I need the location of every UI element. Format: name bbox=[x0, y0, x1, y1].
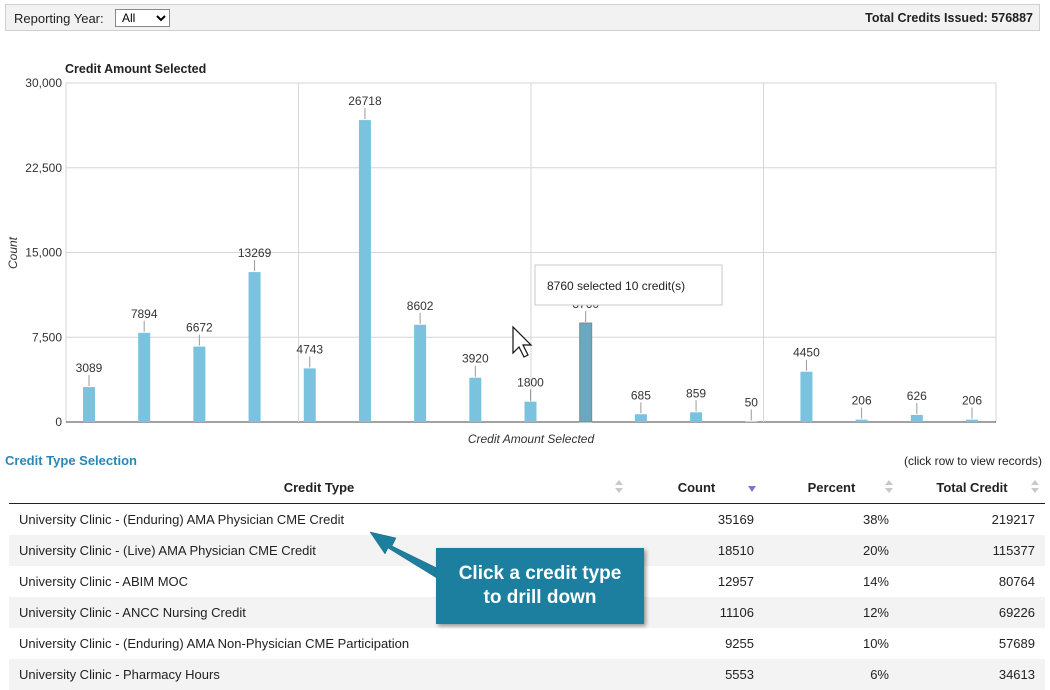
bar-value-label: 3920 bbox=[462, 352, 489, 366]
cell-total-credit: 80764 bbox=[998, 574, 1035, 589]
bar[interactable] bbox=[910, 414, 923, 422]
bar-value-label: 206 bbox=[962, 394, 982, 408]
sort-desc-icon bbox=[748, 486, 756, 492]
cell-total-credit: 115377 bbox=[899, 535, 1045, 566]
credit-amount-chart: Credit Amount Selected 0 7,500 15,000 22,50… bbox=[6, 62, 997, 446]
bar-value-label: 13269 bbox=[238, 246, 272, 260]
bar[interactable] bbox=[248, 272, 261, 422]
drill-down-callout: Click a credit type to drill down bbox=[436, 548, 644, 624]
cell-percent: 6% bbox=[764, 659, 899, 690]
bar-value-label: 50 bbox=[745, 395, 759, 409]
tooltip-text: 8760 selected 10 credit(s) bbox=[547, 279, 685, 293]
cell-percent: 12% bbox=[764, 597, 899, 628]
sort-icon bbox=[615, 480, 623, 494]
bar-value-label: 685 bbox=[631, 388, 651, 402]
bar-value-label: 8602 bbox=[407, 299, 434, 313]
y-tick-label: 22,500 bbox=[25, 161, 62, 175]
y-tick-label: 15,000 bbox=[25, 246, 62, 260]
bar-value-label: 7894 bbox=[131, 307, 158, 321]
y-tick-label: 0 bbox=[55, 415, 62, 429]
bar[interactable] bbox=[690, 412, 703, 422]
cell-credit-type: University Clinic - Pharmacy Hours bbox=[9, 659, 629, 690]
bar[interactable] bbox=[634, 414, 647, 422]
cell-total-credit: 69226 bbox=[899, 597, 1045, 628]
reporting-year-label: Reporting Year: bbox=[14, 11, 104, 26]
bar-value-label: 206 bbox=[852, 394, 872, 408]
bar[interactable] bbox=[745, 421, 758, 422]
total-credits-issued: Total Credits Issued: 576887 bbox=[865, 11, 1033, 25]
bar[interactable] bbox=[469, 377, 482, 422]
cell-percent: 14% bbox=[862, 574, 889, 589]
bar[interactable] bbox=[800, 371, 813, 422]
cell-percent: 38% bbox=[862, 512, 889, 527]
y-axis-ticks: 0 7,500 15,000 22,500 30,000 bbox=[25, 76, 62, 429]
bar[interactable] bbox=[358, 120, 371, 422]
cell-count: 18510 bbox=[629, 535, 764, 566]
bar-value-label: 4743 bbox=[296, 342, 323, 356]
click-row-hint: (click row to view records) bbox=[903, 454, 1042, 468]
chart-title: Credit Amount Selected bbox=[65, 62, 206, 76]
sort-icon bbox=[885, 480, 893, 494]
sort-icon bbox=[1031, 480, 1039, 494]
bar[interactable] bbox=[579, 322, 593, 423]
bar-value-labels: 3089 7894 6672 13269 4743 26718 8602 3920 1800 87… bbox=[76, 94, 982, 421]
y-tick-label: 30,000 bbox=[25, 76, 62, 90]
table-row[interactable]: University Clinic - (Enduring) AMA Non-P… bbox=[9, 628, 1045, 659]
cell-count: 12957 bbox=[717, 574, 754, 589]
bar[interactable] bbox=[414, 324, 427, 422]
credit-type-selection-title: Credit Type Selection bbox=[5, 453, 137, 468]
header-credit-type[interactable]: Credit Type bbox=[9, 471, 629, 504]
bar-value-label: 859 bbox=[686, 386, 706, 400]
bar-tooltip: 8760 selected 10 credit(s) bbox=[534, 264, 723, 306]
cell-credit-type: University Clinic - (Enduring) AMA Physi… bbox=[19, 512, 345, 527]
chart-grid bbox=[65, 82, 997, 423]
mouse-cursor-icon bbox=[512, 325, 533, 358]
callout-line-2: to drill down bbox=[483, 587, 597, 608]
cell-credit-type: University Clinic - (Enduring) AMA Non-P… bbox=[19, 636, 410, 651]
bar[interactable] bbox=[855, 419, 868, 422]
bar-value-label: 26718 bbox=[348, 94, 382, 108]
table-row[interactable]: University Clinic - (Enduring) AMA Physi… bbox=[9, 504, 1045, 536]
bar-value-label: 6672 bbox=[186, 321, 213, 335]
bar[interactable] bbox=[83, 387, 95, 422]
header-percent[interactable]: Percent bbox=[764, 471, 899, 504]
cell-percent: 10% bbox=[862, 636, 889, 651]
callout-line-1: Click a credit type bbox=[458, 563, 622, 584]
header-count[interactable]: Count bbox=[629, 471, 764, 504]
x-axis-label: Credit Amount Selected bbox=[468, 432, 595, 446]
cell-count: 9255 bbox=[725, 636, 754, 651]
cell-total-credit: 219217 bbox=[991, 512, 1035, 527]
bar[interactable] bbox=[193, 346, 206, 422]
table-row[interactable]: University Clinic - Pharmacy Hours 5553 6%… bbox=[9, 659, 1045, 690]
bar[interactable] bbox=[966, 419, 978, 422]
bar-value-label: 626 bbox=[907, 389, 927, 403]
y-tick-label: 7,500 bbox=[32, 330, 62, 344]
bar-value-label: 3089 bbox=[76, 361, 103, 375]
cell-total-credit: 34613 bbox=[899, 659, 1045, 690]
cell-count: 11106 bbox=[629, 597, 764, 628]
y-axis-label: Count bbox=[6, 236, 20, 269]
bar-value-label: 4450 bbox=[793, 346, 820, 360]
cell-total-credit: 57689 bbox=[998, 636, 1035, 651]
reporting-year-select[interactable]: All bbox=[115, 9, 170, 27]
filter-bar: Reporting Year: All Total Credits Issued… bbox=[5, 4, 1040, 31]
bar[interactable] bbox=[138, 332, 151, 422]
cell-count: 5553 bbox=[629, 659, 764, 690]
header-total-credit[interactable]: Total Credit bbox=[899, 471, 1045, 504]
cell-percent: 20% bbox=[764, 535, 899, 566]
cell-count: 35169 bbox=[717, 512, 754, 527]
bar[interactable] bbox=[524, 401, 537, 422]
bar[interactable] bbox=[303, 368, 316, 422]
bar-value-label: 1800 bbox=[517, 376, 544, 390]
